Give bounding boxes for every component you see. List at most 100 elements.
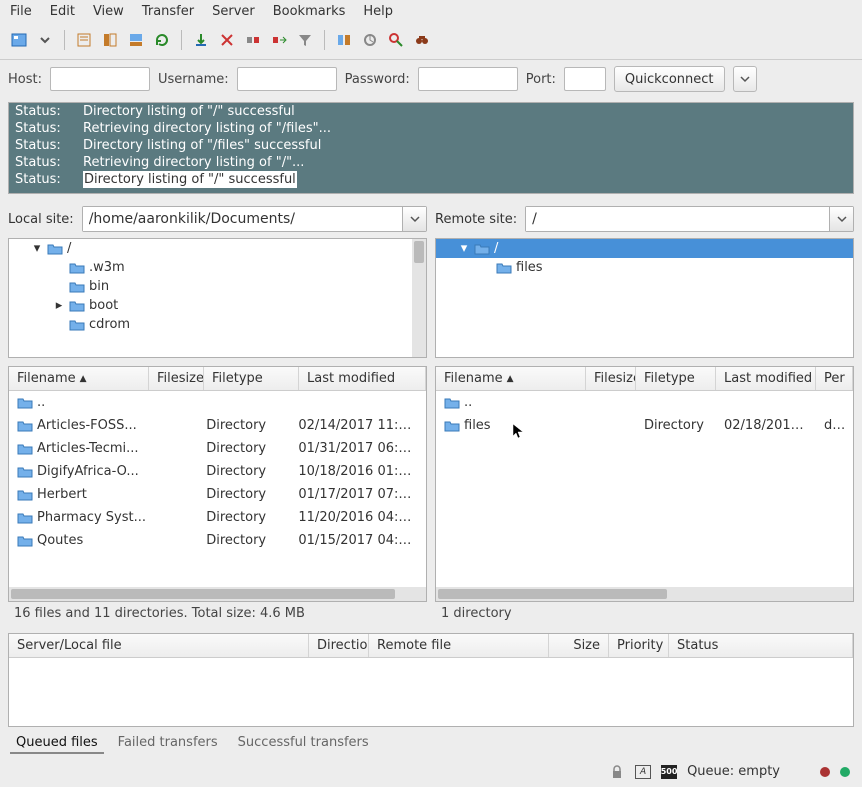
list-item[interactable]: ..: [9, 391, 426, 414]
host-input[interactable]: [50, 67, 150, 91]
scrollbar-horizontal[interactable]: [9, 587, 426, 601]
list-item[interactable]: Pharmacy Syst...Directory11/20/2016 04:1…: [9, 506, 426, 529]
status-dot-green: [840, 767, 850, 777]
col-filesize[interactable]: Filesize: [149, 367, 204, 390]
tree-item[interactable]: files: [436, 258, 853, 277]
menu-server[interactable]: Server: [212, 4, 255, 19]
remote-file-list[interactable]: Filename▲ Filesize Filetype Last modifie…: [435, 366, 854, 602]
remote-path-input[interactable]: [526, 207, 829, 231]
folder-icon: [69, 299, 85, 313]
list-item[interactable]: QoutesDirectory01/15/2017 04:27:...: [9, 529, 426, 552]
list-item[interactable]: ..: [436, 391, 853, 414]
tree-item-label: /: [67, 241, 71, 256]
col-priority[interactable]: Priority: [609, 634, 669, 657]
menu-help[interactable]: Help: [363, 4, 393, 19]
col-filetype[interactable]: Filetype: [204, 367, 299, 390]
port-input[interactable]: [564, 67, 606, 91]
dropdown-arrow-icon[interactable]: [34, 29, 56, 51]
toggle-queue-icon[interactable]: [125, 29, 147, 51]
menu-bookmarks[interactable]: Bookmarks: [273, 4, 346, 19]
expander-icon[interactable]: ▾: [458, 243, 470, 255]
refresh-icon[interactable]: [151, 29, 173, 51]
remote-path-combo[interactable]: [525, 206, 854, 232]
lock-icon[interactable]: [609, 765, 625, 779]
tree-item[interactable]: cdrom: [9, 315, 426, 334]
tree-item[interactable]: ▾/: [9, 239, 426, 258]
expander-icon[interactable]: [53, 281, 65, 293]
list-item[interactable]: filesDirectory02/18/2017 05...drw: [436, 414, 853, 437]
tree-item[interactable]: ▾/: [436, 239, 853, 258]
status-dot-red: [820, 767, 830, 777]
col-filename[interactable]: Filename▲: [436, 367, 586, 390]
quickconnect-button[interactable]: Quickconnect: [614, 66, 725, 92]
expander-icon[interactable]: [480, 262, 492, 274]
col-modified[interactable]: Last modified: [299, 367, 426, 390]
tab-failed[interactable]: Failed transfers: [112, 733, 224, 754]
col-status[interactable]: Status: [669, 634, 853, 657]
username-label: Username:: [158, 72, 229, 87]
remote-pane: Remote site: ▾/files Filename▲ Filesize …: [435, 202, 854, 625]
sync-browse-icon[interactable]: [359, 29, 381, 51]
toggle-tree-icon[interactable]: [99, 29, 121, 51]
menu-view[interactable]: View: [93, 4, 124, 19]
tree-item[interactable]: .w3m: [9, 258, 426, 277]
expander-icon[interactable]: [53, 319, 65, 331]
tree-item[interactable]: ▸boot: [9, 296, 426, 315]
expander-icon[interactable]: [53, 262, 65, 274]
local-file-list[interactable]: Filename▲ Filesize Filetype Last modifie…: [8, 366, 427, 602]
tab-queued[interactable]: Queued files: [10, 733, 104, 754]
scrollbar[interactable]: [412, 239, 426, 357]
col-size[interactable]: Size: [549, 634, 609, 657]
menu-edit[interactable]: Edit: [50, 4, 75, 19]
expander-icon[interactable]: ▾: [31, 243, 43, 255]
col-permissions[interactable]: Per: [816, 367, 853, 390]
sitemanager-icon[interactable]: [8, 29, 30, 51]
local-tree[interactable]: ▾/.w3mbin▸bootcdrom: [8, 238, 427, 358]
folder-icon: [444, 419, 460, 433]
col-filetype[interactable]: Filetype: [636, 367, 716, 390]
tree-item[interactable]: bin: [9, 277, 426, 296]
username-input[interactable]: [237, 67, 337, 91]
quickconnect-dropdown[interactable]: [733, 66, 757, 92]
menu-file[interactable]: File: [10, 4, 32, 19]
toggle-log-icon[interactable]: [73, 29, 95, 51]
speed-icon[interactable]: 500: [661, 765, 677, 779]
folder-icon: [69, 318, 85, 332]
local-path-input[interactable]: [83, 207, 402, 231]
list-item[interactable]: Articles-FOSS...Directory02/14/2017 11:0…: [9, 414, 426, 437]
binoculars-icon[interactable]: [411, 29, 433, 51]
col-filesize[interactable]: Filesize: [586, 367, 636, 390]
type-icon[interactable]: A: [635, 765, 651, 779]
col-modified[interactable]: Last modified: [716, 367, 816, 390]
chevron-down-icon[interactable]: [402, 207, 426, 231]
disconnect-icon[interactable]: [242, 29, 264, 51]
col-server[interactable]: Server/Local file: [9, 634, 309, 657]
transfer-queue[interactable]: Server/Local file Direction Remote file …: [8, 633, 854, 727]
col-direction[interactable]: Direction: [309, 634, 369, 657]
cancel-icon[interactable]: [216, 29, 238, 51]
local-status: 16 files and 11 directories. Total size:…: [8, 602, 427, 625]
list-item[interactable]: Articles-Tecmi...Directory01/31/2017 06:…: [9, 437, 426, 460]
reconnect-icon[interactable]: [268, 29, 290, 51]
process-queue-icon[interactable]: [190, 29, 212, 51]
queue-status: Queue: empty: [687, 764, 780, 779]
col-filename[interactable]: Filename▲: [9, 367, 149, 390]
scrollbar-horizontal[interactable]: [436, 587, 853, 601]
expander-icon[interactable]: ▸: [53, 300, 65, 312]
list-item[interactable]: DigifyAfrica-O...Directory10/18/2016 01:…: [9, 460, 426, 483]
message-log[interactable]: Status:Directory listing of "/" successf…: [8, 102, 854, 194]
folder-icon: [69, 261, 85, 275]
remote-tree[interactable]: ▾/ files: [435, 238, 854, 358]
folder-icon: [17, 396, 33, 410]
menu-transfer[interactable]: Transfer: [142, 4, 194, 19]
col-remote[interactable]: Remote file: [369, 634, 549, 657]
compare-icon[interactable]: [333, 29, 355, 51]
password-input[interactable]: [418, 67, 518, 91]
chevron-down-icon[interactable]: [829, 207, 853, 231]
search-icon[interactable]: [385, 29, 407, 51]
tab-successful[interactable]: Successful transfers: [232, 733, 375, 754]
local-path-combo[interactable]: [82, 206, 427, 232]
list-item[interactable]: HerbertDirectory01/17/2017 07:09:...: [9, 483, 426, 506]
filter-icon[interactable]: [294, 29, 316, 51]
tree-item-label: files: [516, 260, 543, 275]
